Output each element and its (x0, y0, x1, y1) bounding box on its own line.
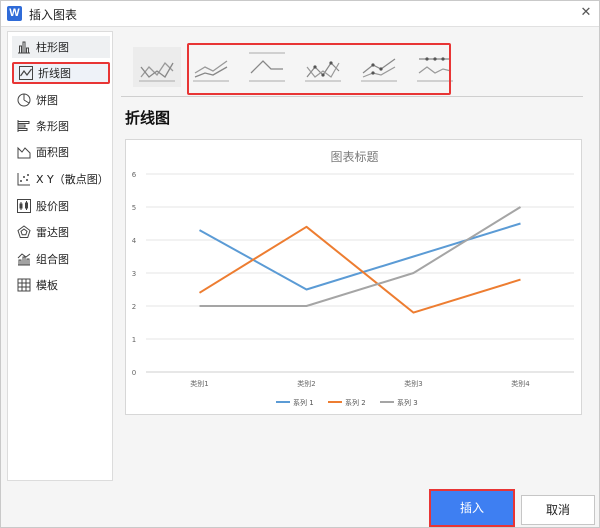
y-tick-label: 1 (132, 336, 136, 344)
y-tick-label: 3 (132, 270, 136, 278)
section-title: 折线图 (125, 109, 171, 127)
chart-title: 图表标题 (330, 150, 379, 164)
sidebar-item-radar[interactable]: 雷达图 (12, 221, 110, 243)
title-bar: W 插入图表 ✕ (1, 1, 599, 27)
column-chart-icon (18, 41, 30, 54)
sidebar-item-label: 雷达图 (36, 226, 69, 239)
bar-chart-icon (17, 120, 30, 132)
radar-chart-icon (17, 225, 31, 238)
close-icon[interactable]: ✕ (577, 4, 595, 22)
sidebar-item-label: X Y（散点图） (36, 173, 109, 186)
sidebar-item-label: 饼图 (36, 94, 58, 107)
sidebar-item-combo[interactable]: 组合图 (12, 248, 110, 270)
y-tick-label: 6 (132, 171, 137, 179)
cancel-button[interactable]: 取消 (521, 495, 595, 525)
subtype-line[interactable] (133, 47, 181, 87)
sidebar-item-template[interactable]: 模板 (12, 274, 110, 296)
line-chart-icon (19, 66, 33, 80)
stock-chart-icon (17, 199, 31, 213)
sidebar-item-pie[interactable]: 饼图 (12, 89, 110, 111)
chart-preview: 0 1 2 3 4 5 6 类别1 类别2 类别3 类别4 系列 1 系列 2 系列 3 图表标题 (125, 139, 582, 415)
scatter-chart-icon (17, 173, 30, 186)
legend-label: 系列 3 (397, 398, 418, 407)
line-chart: 0 1 2 3 4 5 6 类别1 类别2 类别3 类别4 系列 1 系列 2 系列 3 (132, 171, 574, 407)
y-tick-label: 5 (132, 204, 136, 212)
sidebar-item-scatter[interactable]: X Y（散点图） (12, 168, 110, 190)
line-subtype-icon (139, 61, 175, 82)
sidebar-item-area[interactable]: 面积图 (12, 141, 110, 163)
sidebar-item-label: 折线图 (38, 67, 71, 80)
x-tick-label: 类别1 (190, 379, 208, 388)
wps-app-icon: W (7, 6, 22, 21)
chart-type-sidebar: 柱形图 折线图 饼图 条形图 面积图 X Y（散点图） 股价图 雷达图 组合图 … (7, 31, 113, 481)
template-icon (17, 278, 31, 292)
insert-chart-dialog: W 插入图表 ✕ 柱形图 折线图 饼图 条形图 面积图 X Y（散点图） 股价图… (0, 0, 600, 528)
sidebar-item-label: 组合图 (36, 253, 69, 266)
subtype-highlight-frame (187, 43, 451, 95)
divider (121, 96, 583, 97)
sidebar-item-label: 条形图 (36, 120, 69, 133)
sidebar-item-column[interactable]: 柱形图 (12, 36, 110, 58)
sidebar-item-stock[interactable]: 股价图 (12, 195, 110, 217)
y-tick-label: 2 (132, 303, 136, 311)
sidebar-item-bar[interactable]: 条形图 (12, 115, 110, 137)
combo-chart-icon (17, 253, 31, 266)
series-line (199, 222, 521, 291)
x-tick-label: 类别3 (404, 379, 422, 388)
y-tick-label: 4 (132, 237, 137, 245)
sidebar-item-label: 股价图 (36, 200, 69, 213)
x-tick-label: 类别4 (511, 379, 530, 388)
y-tick-label: 0 (132, 369, 136, 377)
pie-chart-icon (17, 93, 31, 107)
insert-button[interactable]: 插入 (429, 489, 515, 527)
sidebar-item-label: 面积图 (36, 146, 69, 159)
sidebar-item-label: 柱形图 (36, 41, 69, 54)
x-tick-label: 类别2 (297, 379, 315, 388)
dialog-title: 插入图表 (29, 8, 78, 22)
sidebar-item-label: 模板 (36, 279, 58, 292)
area-chart-icon (17, 146, 31, 159)
legend-label: 系列 1 (293, 398, 314, 407)
legend-label: 系列 2 (345, 398, 366, 407)
sidebar-item-line[interactable]: 折线图 (12, 62, 110, 84)
